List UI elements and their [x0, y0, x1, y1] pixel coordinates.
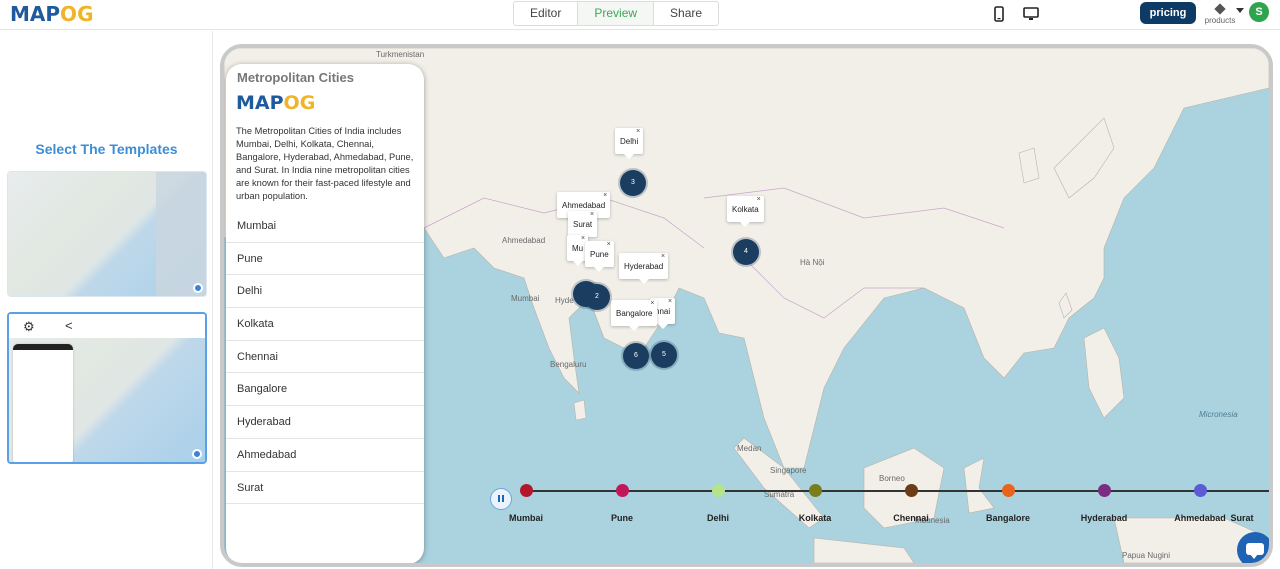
panel-title: Metropolitan Cities [237, 70, 355, 85]
timeline-dot[interactable] [1098, 484, 1111, 497]
close-icon[interactable]: × [757, 186, 761, 214]
map-popup-bangalore[interactable]: Bangalore × [611, 300, 658, 331]
map-popup-hyderabad[interactable]: Hyderabad × [619, 253, 669, 284]
close-icon[interactable]: × [668, 288, 672, 316]
template-thumbnail-1[interactable] [7, 171, 207, 297]
close-icon[interactable]: × [650, 290, 654, 318]
map-popup-kolkata[interactable]: Kolkata × [727, 196, 764, 227]
list-item[interactable]: Kolkata [226, 308, 424, 341]
map-label-mumbai: Mumbai [511, 294, 540, 303]
tab-preview[interactable]: Preview [578, 2, 655, 25]
map-label-papua: Papua Nugini [1122, 551, 1171, 560]
list-item[interactable]: Delhi [226, 275, 424, 309]
timeline-label[interactable]: Surat [1202, 513, 1269, 523]
popup-label: Hyderabad [624, 262, 664, 271]
list-item[interactable]: Ahmedabad [226, 439, 424, 472]
map-label-hyderabad: Hyde [555, 296, 574, 305]
pricing-button[interactable]: pricing [1140, 2, 1196, 24]
timeline-track [524, 490, 1269, 492]
timeline-dot[interactable] [1002, 484, 1015, 497]
map-label-micronesia: Micronesia [1199, 410, 1238, 419]
timeline-label[interactable]: Mumbai [486, 513, 566, 523]
map-label-turkmenistan: Turkmenistan [376, 50, 425, 59]
map-label-singapore: Singapore [770, 466, 807, 475]
template-map-overlay [156, 172, 206, 296]
chevron-down-icon[interactable] [1236, 8, 1244, 13]
close-icon[interactable]: × [607, 231, 611, 259]
timeline-label[interactable]: Hyderabad [1064, 513, 1144, 523]
gear-icon[interactable]: ⚙ [23, 319, 35, 335]
template-thumbnail-2[interactable]: ⚙ < [7, 312, 207, 464]
list-item[interactable]: Pune [226, 243, 424, 276]
mobile-view-icon[interactable] [991, 6, 1007, 22]
panel-logo: MAPOG [236, 92, 316, 114]
close-icon[interactable]: × [661, 243, 665, 271]
timeline-label[interactable]: Bangalore [968, 513, 1048, 523]
avatar[interactable]: S [1249, 2, 1269, 22]
list-item[interactable]: Hyderabad [226, 406, 424, 439]
timeline-dot[interactable] [905, 484, 918, 497]
map-label-borneo: Borneo [879, 474, 905, 483]
timeline-label[interactable]: Pune [582, 513, 662, 523]
list-item[interactable]: Bangalore [226, 373, 424, 407]
close-icon[interactable]: × [603, 182, 607, 210]
tab-editor[interactable]: Editor [514, 2, 579, 25]
tab-share[interactable]: Share [654, 2, 718, 25]
panel-description: The Metropolitan Cities of India include… [236, 126, 414, 201]
template-badge-icon [193, 283, 203, 293]
map-label-medan: Medan [737, 444, 762, 453]
timeline-dot[interactable] [1194, 484, 1207, 497]
timeline-label[interactable]: Chennai [871, 513, 951, 523]
products-label: products [1204, 16, 1236, 25]
timeline-dot[interactable] [809, 484, 822, 497]
products-menu[interactable]: products [1202, 2, 1238, 26]
map-popup-delhi[interactable]: Delhi × [615, 128, 644, 159]
map-view[interactable]: Turkmenistan Ahmedabad Mumbai Hyde Benga… [220, 44, 1273, 567]
list-item[interactable]: Mumbai [226, 210, 424, 243]
map-cluster-marker[interactable]: 4 [733, 239, 759, 265]
popup-label: Kolkata [732, 205, 759, 214]
list-item[interactable]: Surat [226, 472, 424, 505]
close-icon[interactable]: × [636, 118, 640, 146]
share-icon[interactable]: < [65, 318, 73, 333]
chat-icon[interactable] [1237, 532, 1269, 563]
map-label-bengaluru: Bengaluru [550, 360, 587, 369]
template-sidebar: Select The Templates ⚙ < [0, 31, 213, 569]
map-cluster-marker[interactable]: 5 [651, 342, 677, 368]
timeline-dot[interactable] [520, 484, 533, 497]
map-popup-pune[interactable]: Pune × [585, 241, 614, 272]
top-bar: MAPOG Editor Preview Share pricing produ… [0, 0, 1280, 30]
map-label-ha-noi: Hà Nội [800, 258, 825, 267]
popup-label: Bangalore [616, 309, 653, 318]
info-panel: Metropolitan Cities MAPOG The Metropolit… [226, 64, 424, 563]
mode-tabs: Editor Preview Share [513, 1, 720, 26]
pause-button[interactable] [490, 488, 512, 510]
map-cluster-marker[interactable]: 6 [623, 343, 649, 369]
map-cluster-marker[interactable]: 2 [584, 284, 610, 310]
timeline-label[interactable]: Delhi [678, 513, 758, 523]
cube-icon [1214, 3, 1226, 15]
city-list: Mumbai Pune Delhi Kolkata Chennai Bangal… [226, 210, 424, 505]
template-badge-icon [192, 449, 202, 459]
template-toolbar: ⚙ < [9, 314, 205, 338]
templates-title: Select The Templates [35, 141, 178, 157]
popup-label: Ahmedabad [562, 201, 606, 210]
template-phone-preview [13, 344, 73, 462]
mapog-logo[interactable]: MAPOG [10, 2, 93, 26]
map-cluster-marker[interactable]: 3 [620, 170, 646, 196]
list-item[interactable]: Chennai [226, 341, 424, 374]
desktop-view-icon[interactable] [1023, 6, 1039, 22]
timeline-dot[interactable] [616, 484, 629, 497]
close-icon[interactable]: × [590, 201, 594, 229]
timeline-label[interactable]: Kolkata [775, 513, 855, 523]
map-label-ahmedabad: Ahmedabad [502, 236, 546, 245]
timeline-dot[interactable] [712, 484, 725, 497]
